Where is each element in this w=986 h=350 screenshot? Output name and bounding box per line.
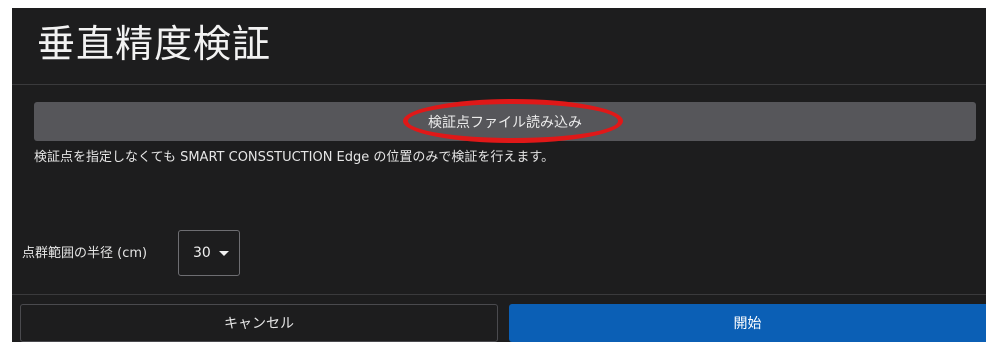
start-button[interactable]: 開始: [509, 304, 986, 342]
hint-text: 検証点を指定しなくても SMART CONSSTUCTION Edge の位置の…: [34, 150, 555, 165]
dialog: 垂直精度検証 検証点ファイル読み込み 検証点を指定しなくても SMART CON…: [12, 8, 986, 342]
dialog-title: 垂直精度検証: [37, 22, 272, 66]
load-checkpoint-file-button[interactable]: 検証点ファイル読み込み: [34, 102, 976, 141]
title-divider: [12, 84, 986, 85]
radius-label: 点群範囲の半径 (cm): [22, 246, 148, 261]
radius-select-value: 30: [193, 245, 211, 261]
footer-divider: [12, 294, 986, 295]
radius-select[interactable]: 30: [178, 230, 240, 276]
cancel-button[interactable]: キャンセル: [20, 304, 498, 342]
caret-down-icon: [218, 250, 229, 256]
